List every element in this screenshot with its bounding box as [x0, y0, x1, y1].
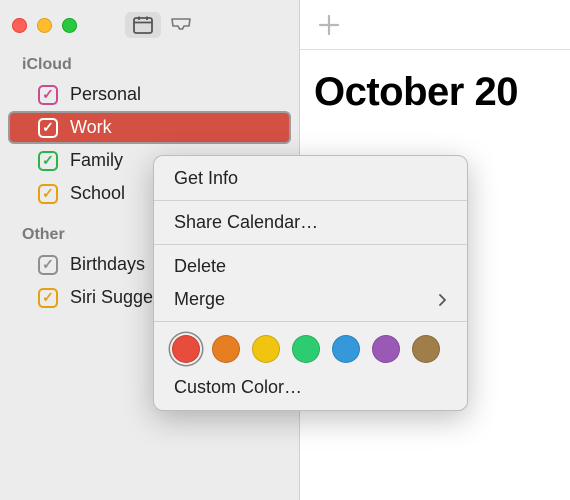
calendar-label: Personal — [70, 84, 141, 105]
menu-separator — [154, 200, 467, 201]
calendar-icon — [133, 16, 153, 34]
plus-icon — [318, 14, 340, 36]
checkbox-icon[interactable] — [38, 255, 58, 275]
color-swatch-green[interactable] — [292, 335, 320, 363]
month-title: October 20 — [300, 50, 570, 115]
chevron-right-icon — [439, 294, 447, 306]
sidebar-item-personal[interactable]: Personal — [8, 78, 291, 111]
menu-separator — [154, 244, 467, 245]
add-event-button[interactable] — [318, 14, 340, 36]
calendar-list-button[interactable] — [125, 12, 161, 38]
titlebar — [0, 0, 299, 50]
calendar-label: Birthdays — [70, 254, 145, 275]
menu-custom-color[interactable]: Custom Color… — [154, 371, 467, 404]
checkbox-icon[interactable] — [38, 85, 58, 105]
context-menu: Get Info Share Calendar… Delete Merge Cu… — [153, 155, 468, 411]
color-swatch-orange[interactable] — [212, 335, 240, 363]
calendar-label: Work — [70, 117, 112, 138]
checkbox-icon[interactable] — [38, 151, 58, 171]
checkbox-icon[interactable] — [38, 288, 58, 308]
color-swatch-blue[interactable] — [332, 335, 360, 363]
color-swatch-purple[interactable] — [372, 335, 400, 363]
color-swatch-red[interactable] — [172, 335, 200, 363]
color-swatch-yellow[interactable] — [252, 335, 280, 363]
main-toolbar — [300, 0, 570, 50]
menu-delete[interactable]: Delete — [154, 250, 467, 283]
traffic-lights — [12, 18, 77, 33]
checkbox-icon[interactable] — [38, 118, 58, 138]
inbox-icon — [170, 17, 192, 33]
section-header: iCloud — [0, 50, 299, 78]
checkbox-icon[interactable] — [38, 184, 58, 204]
color-swatch-brown[interactable] — [412, 335, 440, 363]
minimize-icon[interactable] — [37, 18, 52, 33]
zoom-icon[interactable] — [62, 18, 77, 33]
calendar-label: Family — [70, 150, 123, 171]
color-swatches — [154, 327, 467, 371]
menu-separator — [154, 321, 467, 322]
close-icon[interactable] — [12, 18, 27, 33]
inbox-button[interactable] — [163, 12, 199, 38]
menu-merge[interactable]: Merge — [154, 283, 467, 316]
calendar-label: School — [70, 183, 125, 204]
menu-get-info[interactable]: Get Info — [154, 162, 467, 195]
sidebar-item-work[interactable]: Work — [8, 111, 291, 144]
menu-share-calendar[interactable]: Share Calendar… — [154, 206, 467, 239]
